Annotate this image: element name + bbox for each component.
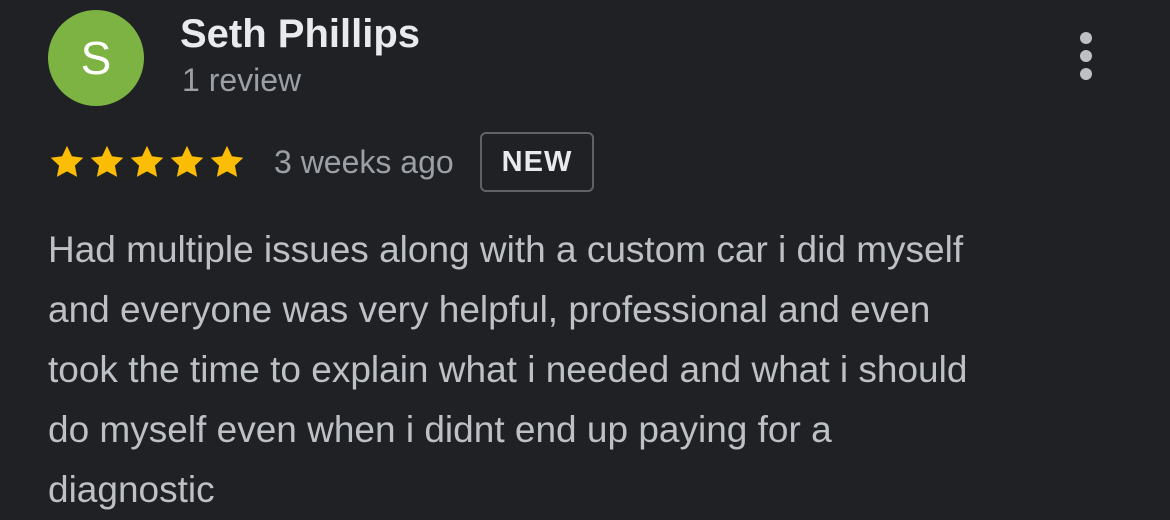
- star-rating: [48, 143, 246, 181]
- author-name[interactable]: Seth Phillips: [180, 12, 420, 57]
- star-icon: [90, 145, 124, 177]
- star-icon: [210, 145, 244, 177]
- star-icon: [50, 145, 84, 177]
- star-icon: [130, 145, 164, 177]
- review-time: 3 weeks ago: [274, 143, 454, 180]
- review-text: Had multiple issues along with a custom …: [48, 229, 968, 510]
- new-badge: NEW: [479, 132, 595, 192]
- rating-row: 3 weeks ago NEW: [48, 130, 595, 194]
- more-options-button[interactable]: [1060, 24, 1112, 88]
- avatar-initial: S: [80, 32, 112, 84]
- star-icon: [170, 145, 204, 177]
- more-vert-icon: [1080, 32, 1092, 80]
- avatar[interactable]: S: [48, 10, 144, 106]
- review-count: 1 review: [182, 62, 302, 98]
- review-card: S Seth Phillips 1 review 3 weeks ago NEW…: [0, 0, 1170, 520]
